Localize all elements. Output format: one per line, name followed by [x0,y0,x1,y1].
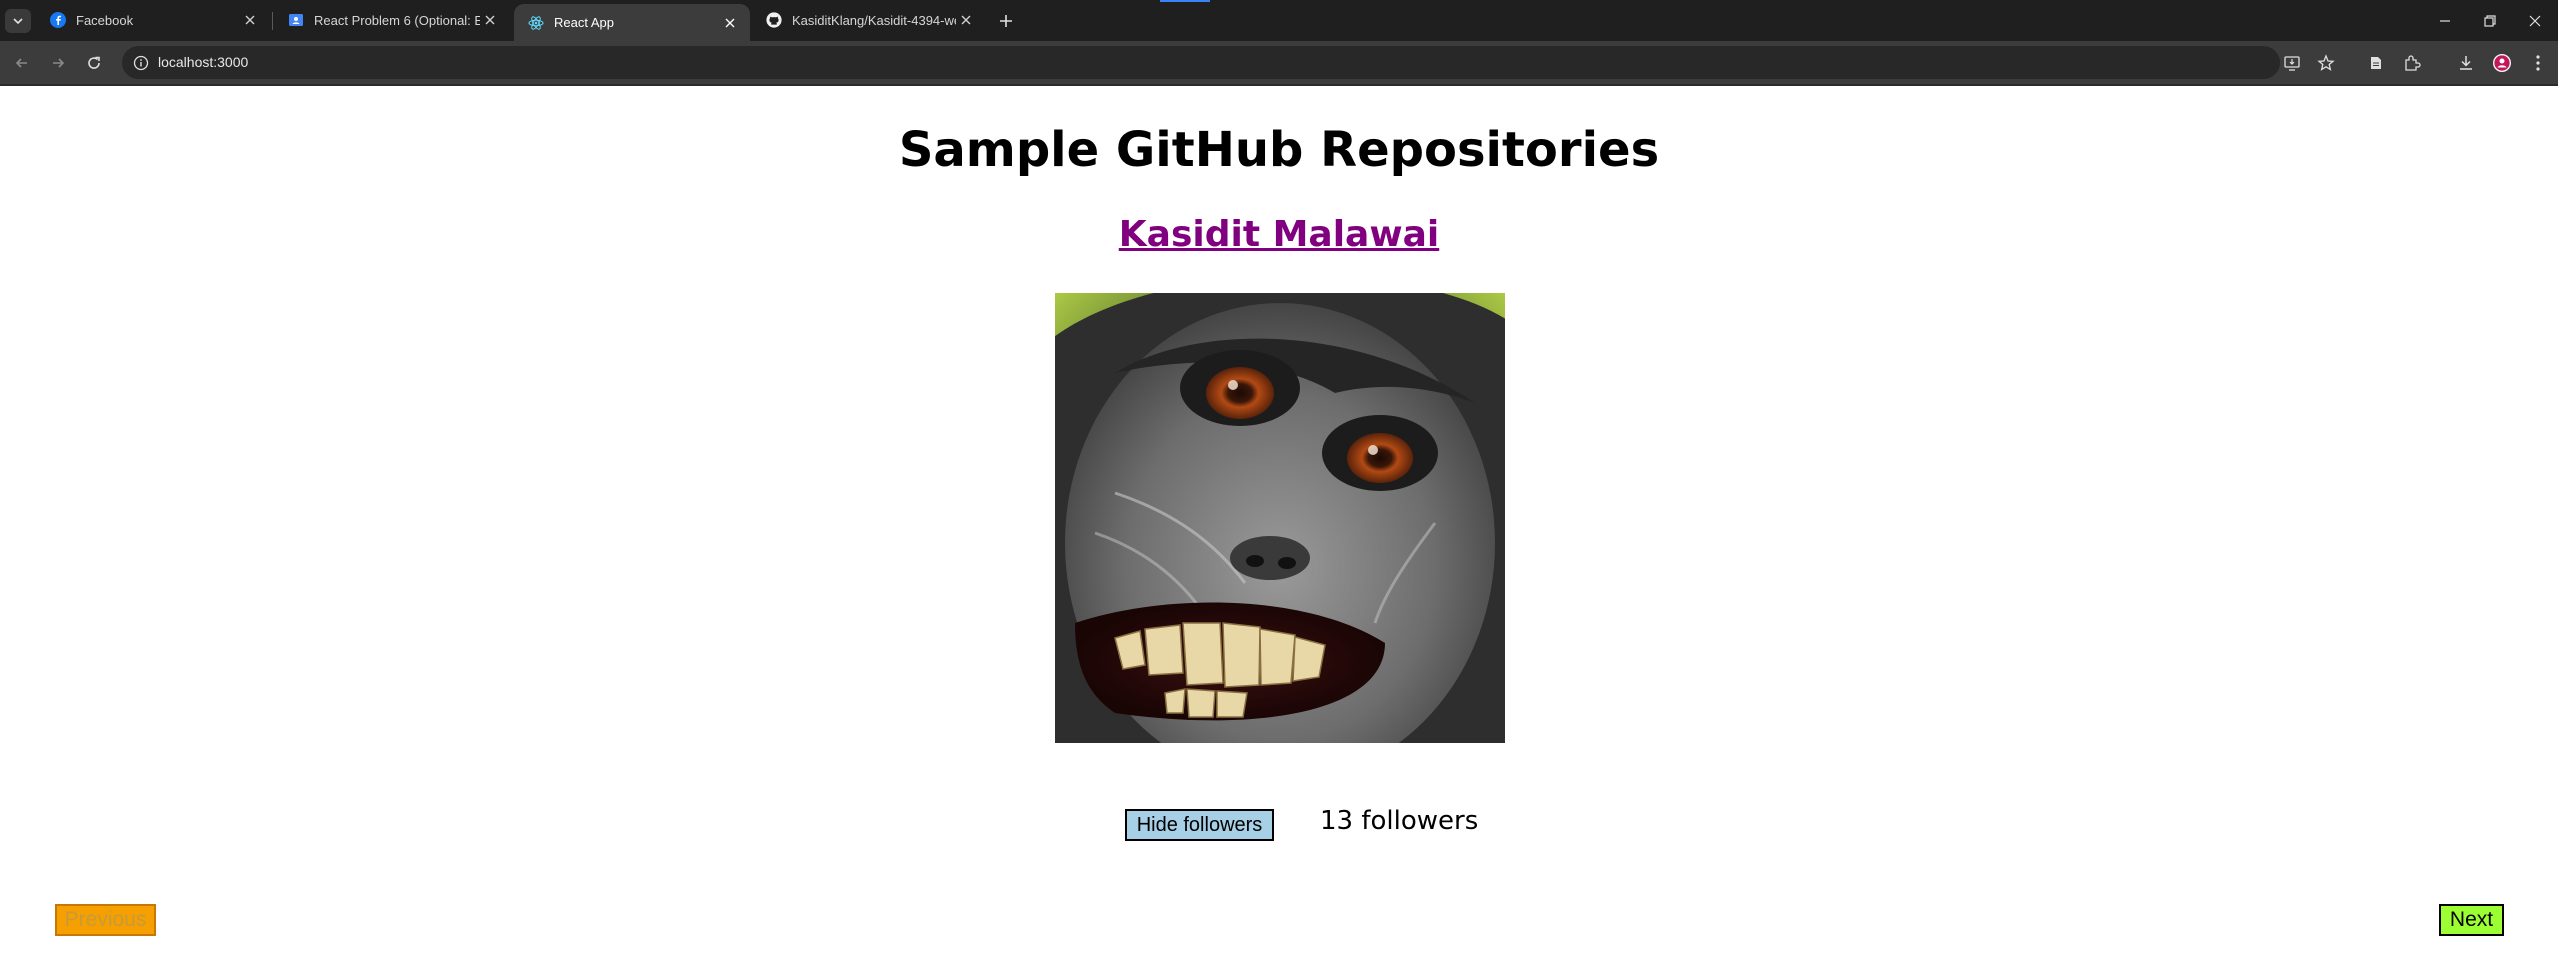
close-icon [2529,15,2541,27]
menu-kebab-icon[interactable] [2526,51,2550,75]
browser-tab-strip: Facebook React Problem 6 (Optional: Ext … [0,0,2558,41]
minimize-icon [2440,20,2450,22]
back-button[interactable] [10,51,34,75]
new-tab-button[interactable] [994,9,1018,33]
tab-title: KasiditKlang/Kasidit-4394-web [792,12,956,28]
page-content: Sample GitHub Repositories Kasidit Malaw… [0,86,2558,976]
reload-button[interactable] [82,51,106,75]
github-user-link[interactable]: Kasidit Malawai [0,214,2558,255]
avatar [1055,293,1505,743]
reload-icon [88,56,100,69]
install-app-icon[interactable] [2282,53,2302,73]
arrow-right-icon [53,58,65,68]
browser-toolbar: localhost:3000 [0,41,2558,84]
site-info-icon[interactable] [132,54,150,72]
hide-followers-button[interactable]: Hide followers [1125,809,1274,841]
followers-count: 13 followers [1320,806,1479,836]
previous-button[interactable]: Previous [55,904,156,936]
tab-search-button[interactable] [5,9,31,33]
tab-separator [272,12,273,30]
minimize-button[interactable] [2430,6,2460,36]
close-icon[interactable] [956,10,976,30]
tab-title: React App [554,15,614,30]
window-close-button[interactable] [2520,6,2550,36]
plus-icon [1000,15,1012,27]
close-icon[interactable] [240,10,260,30]
bookmark-star-icon[interactable] [2316,53,2336,73]
classroom-icon [288,12,304,28]
forward-button[interactable] [46,51,70,75]
tab-strip-indicator [1160,0,1210,2]
chevron-down-icon [13,18,23,25]
tab-github[interactable]: KasiditKlang/Kasidit-4394-web [752,2,986,38]
address-text: localhost:3000 [158,54,249,70]
tab-react-problem[interactable]: React Problem 6 (Optional: Ext [274,2,510,38]
close-icon[interactable] [720,13,740,33]
reading-list-icon[interactable] [2364,51,2388,75]
address-bar[interactable]: localhost:3000 [122,46,2335,79]
arrow-left-icon [15,58,27,68]
close-icon[interactable] [480,10,500,30]
tab-title: Facebook [76,12,134,28]
tab-title: React Problem 6 (Optional: Ext [314,12,480,28]
restore-icon [2484,15,2496,27]
github-icon [766,12,782,28]
react-icon [528,15,544,31]
next-button[interactable]: Next [2439,904,2504,936]
restore-button[interactable] [2475,6,2505,36]
facebook-icon [50,12,66,28]
tab-facebook[interactable]: Facebook [36,2,270,38]
page-title: Sample GitHub Repositories [898,122,1660,178]
download-icon[interactable] [2454,51,2478,75]
tab-react-app[interactable]: React App [514,4,750,41]
extensions-icon[interactable] [2400,51,2424,75]
profile-avatar-icon[interactable] [2490,51,2514,75]
